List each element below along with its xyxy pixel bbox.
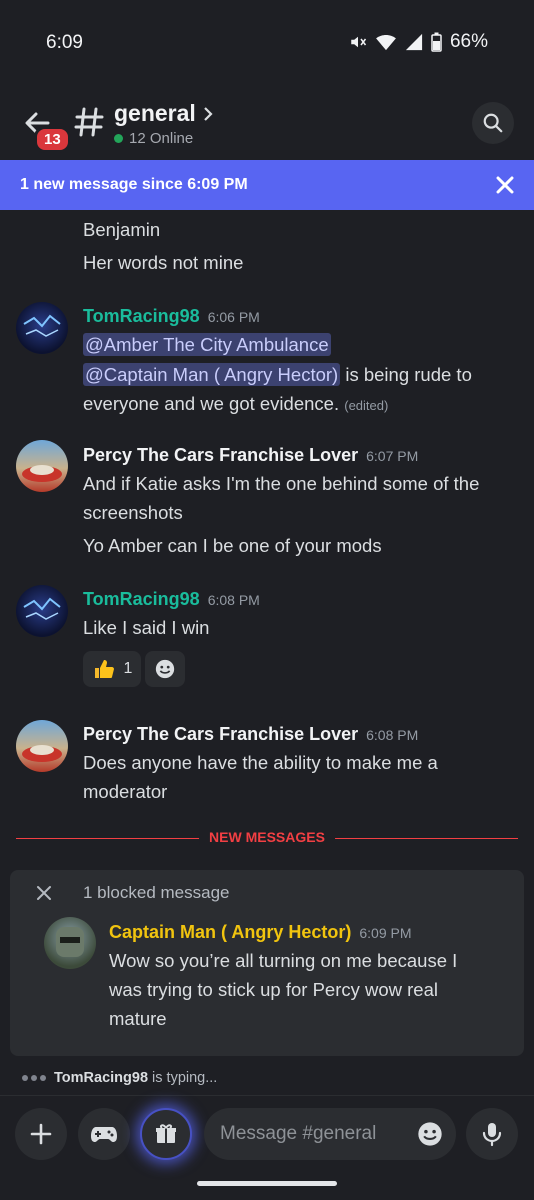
wifi-icon (376, 35, 396, 51)
add-attachment-button[interactable] (15, 1108, 67, 1160)
message-author[interactable]: TomRacing98 6:06 PM (83, 306, 260, 327)
voice-message-button[interactable] (466, 1108, 518, 1160)
message-line: @Captain Man ( Angry Hector) is being ru… (83, 360, 472, 389)
username: Captain Man ( Angry Hector) (109, 922, 352, 942)
typing-dots-icon (22, 1075, 46, 1081)
blocked-label[interactable]: 1 blocked message (83, 883, 229, 903)
timestamp: 6:07 PM (366, 448, 419, 464)
mute-icon (351, 36, 367, 48)
message-line: And if Katie asks I'm the one behind som… (83, 473, 480, 494)
message-author[interactable]: TomRacing98 6:08 PM (83, 589, 260, 610)
emoji-icon (155, 659, 175, 679)
search-icon (483, 113, 503, 133)
online-label: 12 Online (129, 130, 194, 147)
channel-name: general (114, 100, 196, 126)
add-reaction-button[interactable] (145, 651, 185, 687)
battery-icon (431, 32, 442, 52)
thumbs-up-reaction[interactable]: 1 (83, 651, 141, 687)
message-composer: Message #general (0, 1095, 534, 1200)
close-icon[interactable] (36, 885, 52, 901)
message-line: Wow so you’re all turning on me because … (109, 950, 458, 971)
avatar-art-icon (22, 745, 62, 762)
username: TomRacing98 (83, 306, 200, 326)
typing-indicator: TomRacing98 is typing... (22, 1070, 217, 1086)
avatar-art-icon (23, 314, 61, 337)
message-list: Benjamin Her words not mine TomRacing98 6… (0, 210, 534, 1090)
avatar-art-icon (23, 597, 61, 620)
avatar[interactable] (16, 302, 68, 354)
message-author[interactable]: Captain Man ( Angry Hector) 6:09 PM (109, 922, 412, 943)
typing-user: TomRacing98 (54, 1070, 149, 1086)
message-line: mature (109, 1008, 167, 1029)
activities-button[interactable] (78, 1108, 130, 1160)
online-dot-icon (114, 134, 123, 143)
message-text: is being rude to (340, 364, 472, 385)
online-count: 12 Online (114, 130, 193, 147)
thumbs-up-icon (94, 660, 114, 678)
blocked-message-panel: 1 blocked message Captain Man ( Angry He… (10, 870, 524, 1056)
edited-tag: (edited) (344, 398, 389, 413)
reaction-count: 1 (123, 660, 133, 677)
gift-icon (156, 1124, 176, 1143)
status-icons: 66% (349, 31, 488, 53)
microphone-icon (482, 1123, 502, 1147)
avatar-art-icon (22, 465, 62, 482)
channel-header: 13 general 12 Online (0, 88, 534, 158)
close-icon[interactable] (496, 176, 514, 194)
avatar[interactable] (16, 585, 68, 637)
username: Percy The Cars Franchise Lover (83, 724, 359, 744)
message-line: moderator (83, 781, 168, 802)
plus-icon (30, 1123, 52, 1145)
message-author[interactable]: Percy The Cars Franchise Lover 6:08 PM (83, 724, 418, 745)
status-time: 6:09 (46, 32, 83, 53)
message-text: everyone and we got evidence. (83, 393, 340, 414)
avatar[interactable] (44, 917, 96, 969)
username: TomRacing98 (83, 589, 200, 609)
input-placeholder: Message #general (220, 1123, 377, 1144)
emoji-icon[interactable] (416, 1120, 444, 1148)
home-indicator[interactable] (197, 1181, 337, 1186)
avatar[interactable] (16, 440, 68, 492)
hash-icon (74, 107, 104, 137)
message-line: @Amber The City Ambulance (83, 330, 331, 359)
gift-button[interactable] (140, 1108, 192, 1160)
timestamp: 6:09 PM (359, 925, 412, 941)
mention[interactable]: @Amber The City Ambulance (83, 333, 331, 356)
search-button[interactable] (472, 102, 514, 144)
new-messages-label: NEW MESSAGES (199, 829, 335, 845)
typing-suffix: is typing... (152, 1070, 218, 1086)
message-line: Like I said I win (83, 617, 210, 638)
timestamp: 6:08 PM (207, 592, 260, 608)
message-line: screenshots (83, 502, 183, 523)
banner-text: 1 new message since 6:09 PM (20, 176, 248, 193)
signal-icon (405, 33, 423, 51)
status-bar: 6:09 66% (0, 0, 534, 88)
new-message-banner[interactable]: 1 new message since 6:09 PM (0, 160, 534, 210)
mention[interactable]: @Captain Man ( Angry Hector) (83, 363, 341, 386)
gamepad-icon (91, 1127, 117, 1142)
unread-badge: 13 (34, 126, 71, 153)
message-line: everyone and we got evidence. (edited) (83, 389, 388, 420)
chevron-right-icon (204, 106, 213, 121)
avatar[interactable] (16, 720, 68, 772)
timestamp: 6:06 PM (207, 309, 260, 325)
message-line: was trying to stick up for Percy wow rea… (109, 979, 438, 1000)
message-line: Her words not mine (83, 252, 244, 273)
avatar-art-icon (56, 927, 84, 957)
username: Percy The Cars Franchise Lover (83, 445, 359, 465)
timestamp: 6:08 PM (366, 727, 419, 743)
message-input[interactable]: Message #general (204, 1108, 456, 1160)
message-line: Yo Amber can I be one of your mods (83, 535, 382, 556)
channel-title[interactable]: general (114, 100, 214, 127)
message-line: Does anyone have the ability to make me … (83, 752, 438, 773)
message-line: Benjamin (83, 219, 161, 240)
message-author[interactable]: Percy The Cars Franchise Lover 6:07 PM (83, 445, 418, 466)
battery-percent: 66% (449, 31, 488, 52)
